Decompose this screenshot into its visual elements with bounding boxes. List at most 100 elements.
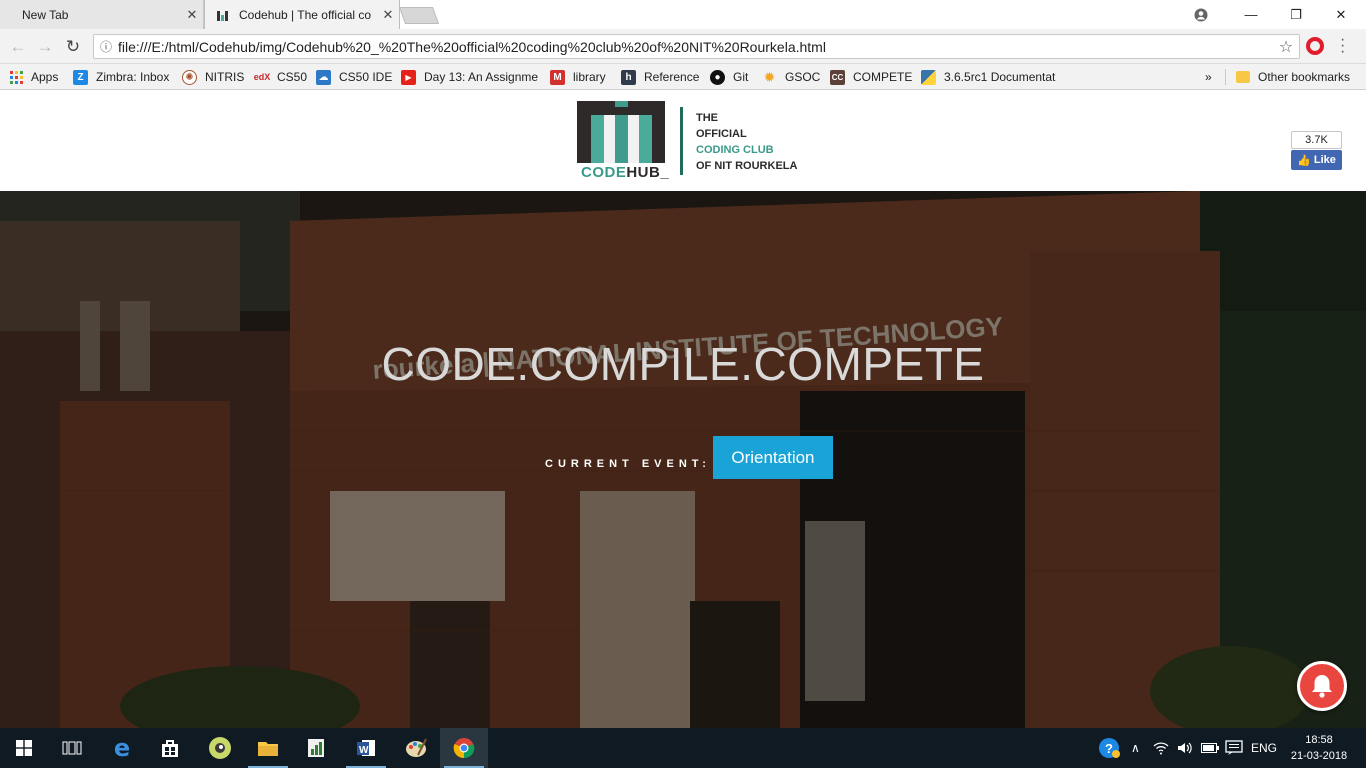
- apps-grid-icon: [10, 70, 23, 84]
- restore-button[interactable]: ❐: [1273, 0, 1319, 29]
- wifi-icon[interactable]: [1153, 728, 1169, 768]
- sun-icon: ✹: [763, 68, 776, 85]
- zimbra-icon: Z: [73, 69, 88, 85]
- codehub-favicon-icon: [217, 9, 231, 21]
- current-event-label: CURRENT EVENT:: [545, 457, 711, 470]
- bookmark-apps[interactable]: Apps: [10, 69, 58, 85]
- clock-date: 21-03-2018: [1290, 750, 1348, 762]
- new-tab-button[interactable]: [398, 7, 440, 24]
- github-icon: ●: [710, 69, 725, 85]
- current-event: CURRENT EVENT: Orientation: [545, 436, 833, 479]
- opera-extension-icon[interactable]: [1306, 37, 1324, 55]
- cs50-ide-icon: ☁: [316, 69, 331, 85]
- media-app-icon[interactable]: [196, 728, 244, 768]
- facebook-like-widget[interactable]: 3.7K 👍 Like: [1291, 131, 1342, 170]
- hero-section: rourkela | NATIONAL INSTITUTE OF TECHNOL…: [0, 191, 1366, 728]
- task-view-icon[interactable]: [48, 728, 96, 768]
- info-icon[interactable]: ⓘ: [94, 38, 118, 55]
- bookmark-gsoc[interactable]: ✹ GSOC: [762, 68, 821, 85]
- address-bar[interactable]: ⓘ file:///E:/html/Codehub/img/Codehub%20…: [93, 34, 1300, 59]
- bookmark-cs50[interactable]: edX CS50: [253, 69, 307, 85]
- python-icon: [921, 69, 936, 85]
- bookmark-label: COMPETE: [853, 70, 913, 84]
- tab-codehub[interactable]: Codehub | The official co ✕: [204, 0, 400, 29]
- volume-icon[interactable]: [1177, 728, 1193, 768]
- forward-arrow-icon[interactable]: →: [34, 37, 56, 57]
- bookmark-zimbra[interactable]: Z Zimbra: Inbox: [73, 69, 169, 85]
- reload-icon[interactable]: ↻: [62, 37, 84, 57]
- bookmark-python-docs[interactable]: 3.6.5rc1 Documentat: [921, 69, 1055, 85]
- minimize-button[interactable]: —: [1228, 0, 1274, 29]
- codehub-logo[interactable]: CODEHUB_: [577, 101, 669, 181]
- cc-icon: CC: [830, 69, 845, 85]
- bookmark-label: Git: [733, 70, 749, 84]
- site-tagline: THE OFFICIAL CODING CLUB OF NIT ROURKELA: [696, 112, 798, 172]
- bookmarks-bar: Apps Z Zimbra: Inbox ✺ NITRIS edX CS50 ☁…: [0, 64, 1366, 90]
- bookmark-cs50-ide[interactable]: ☁ CS50 IDE: [316, 69, 392, 85]
- close-window-button[interactable]: ✕: [1318, 0, 1364, 29]
- close-icon[interactable]: ✕: [181, 7, 203, 23]
- bookmark-label: NITRIS: [205, 70, 245, 84]
- bookmark-label: Reference: [644, 70, 700, 84]
- youtube-icon: ▶: [401, 69, 416, 85]
- bookmark-other[interactable]: Other bookmarks: [1236, 69, 1350, 85]
- bookmark-label: Day 13: An Assignme: [424, 70, 539, 84]
- excel-chart-icon[interactable]: [292, 728, 340, 768]
- browser-toolbar: ← → ↻ ⓘ file:///E:/html/Codehub/img/Code…: [0, 29, 1366, 64]
- help-icon[interactable]: ?: [1098, 728, 1120, 768]
- battery-icon[interactable]: [1201, 728, 1219, 768]
- language-indicator[interactable]: ENG: [1251, 728, 1277, 768]
- chrome-icon[interactable]: [440, 728, 488, 768]
- action-center-icon[interactable]: [1225, 728, 1243, 768]
- logo-wordmark: CODEHUB_: [581, 164, 670, 181]
- edx-icon: edX: [253, 72, 271, 82]
- file-explorer-icon[interactable]: [244, 728, 292, 768]
- bookmark-label: Other bookmarks: [1258, 70, 1351, 84]
- show-hidden-icons-chevron-icon[interactable]: ∧: [1131, 728, 1140, 768]
- svg-text:W: W: [359, 745, 369, 756]
- folder-icon: [1236, 71, 1250, 83]
- url-text: file:///E:/html/Codehub/img/Codehub%20_%…: [118, 38, 826, 55]
- hero-title: CODE.COMPILE.COMPETE: [381, 338, 985, 390]
- logo-mark: [577, 101, 665, 163]
- bookmark-nitris[interactable]: ✺ NITRIS: [182, 69, 244, 85]
- bookmark-label: CS50 IDE: [339, 70, 393, 84]
- facebook-like-button[interactable]: 👍 Like: [1291, 150, 1342, 170]
- profile-icon[interactable]: [1178, 0, 1224, 29]
- bookmark-label: Apps: [31, 70, 59, 84]
- tab-title: Codehub | The official co: [239, 7, 372, 22]
- bell-icon: [1312, 675, 1332, 698]
- bookmark-git[interactable]: ● Git: [710, 69, 748, 85]
- overflow-chevron-icon: »: [1205, 70, 1212, 84]
- bookmark-label: library: [573, 70, 606, 84]
- bookmark-day13[interactable]: ▶ Day 13: An Assignme: [401, 69, 538, 85]
- bookmark-label: CS50: [277, 70, 308, 84]
- store-icon[interactable]: [146, 728, 194, 768]
- thumbs-up-icon: 👍: [1297, 154, 1311, 167]
- bookmarks-overflow-button[interactable]: »: [1205, 69, 1212, 85]
- tab-strip: New Tab ✕ Codehub | The official co ✕ — …: [0, 0, 1366, 29]
- bookmark-label: GSOC: [785, 70, 821, 84]
- clock-time: 18:58: [1305, 734, 1333, 746]
- notification-bell-button[interactable]: [1297, 661, 1347, 711]
- windows-start-icon[interactable]: [0, 728, 48, 768]
- bookmark-library[interactable]: M library: [550, 69, 606, 85]
- word-icon[interactable]: W: [342, 728, 390, 768]
- bookmark-reference[interactable]: h Reference: [621, 69, 699, 85]
- h-icon: h: [621, 69, 636, 85]
- menu-icon[interactable]: · · ·: [1340, 32, 1345, 60]
- edge-icon[interactable]: e: [98, 728, 146, 768]
- svg-text:?: ?: [1105, 741, 1113, 756]
- bookmark-label: Zimbra: Inbox: [96, 70, 170, 84]
- paint-icon[interactable]: [392, 728, 440, 768]
- windows-taskbar: e W ? ∧ ENG 18:58 21-03-2018: [0, 728, 1366, 768]
- tab-new-tab[interactable]: New Tab ✕: [0, 0, 204, 29]
- bookmark-label: 3.6.5rc1 Documentat: [944, 70, 1056, 84]
- system-clock[interactable]: 18:58 21-03-2018: [1288, 732, 1350, 764]
- bookmark-compete[interactable]: CC COMPETE: [830, 69, 912, 85]
- bookmarks-divider: [1225, 69, 1226, 85]
- close-icon[interactable]: ✕: [377, 7, 399, 23]
- orientation-button[interactable]: Orientation: [712, 436, 833, 479]
- back-arrow-icon[interactable]: ←: [7, 37, 29, 57]
- bookmark-star-icon[interactable]: ☆: [1273, 37, 1299, 57]
